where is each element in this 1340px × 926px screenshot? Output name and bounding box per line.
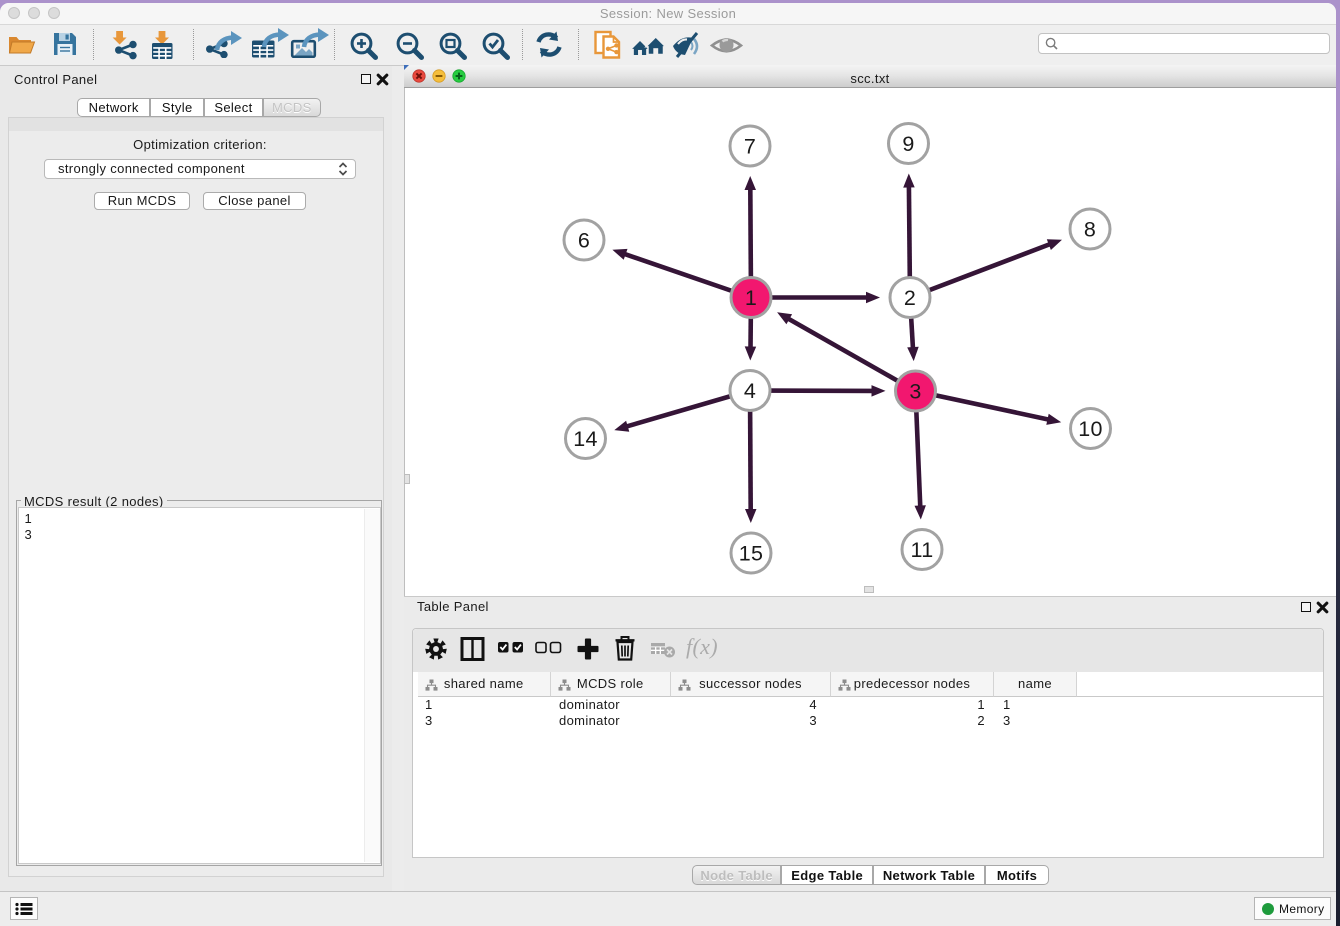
svg-text:6: 6 — [578, 229, 590, 253]
svg-text:15: 15 — [739, 542, 764, 566]
svg-text:14: 14 — [573, 427, 598, 451]
svg-text:1: 1 — [745, 286, 757, 310]
svg-text:11: 11 — [910, 538, 933, 562]
svg-text:4: 4 — [744, 379, 756, 403]
svg-text:7: 7 — [744, 135, 756, 159]
svg-text:8: 8 — [1084, 218, 1096, 242]
svg-text:3: 3 — [909, 380, 921, 404]
svg-text:10: 10 — [1078, 417, 1103, 441]
svg-text:9: 9 — [902, 132, 914, 156]
svg-text:2: 2 — [904, 286, 916, 310]
